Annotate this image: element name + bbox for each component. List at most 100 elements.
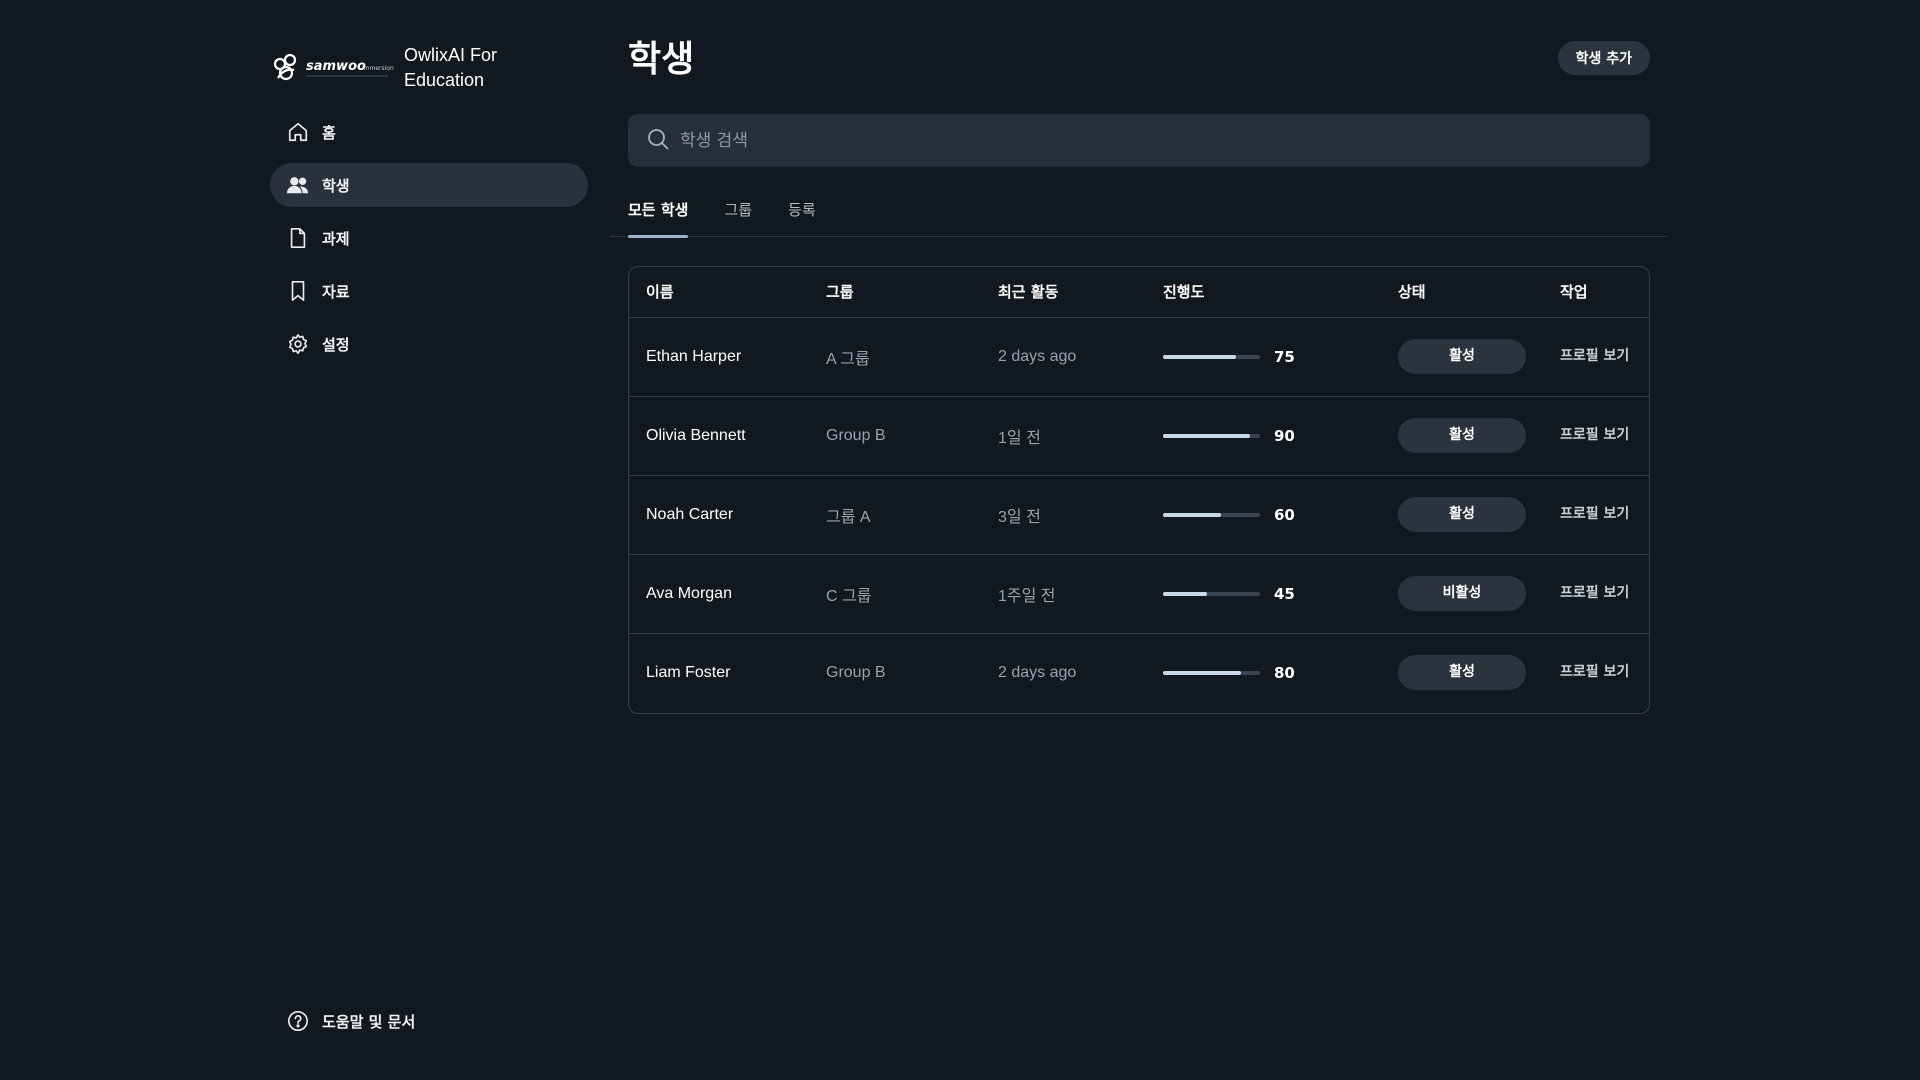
sidebar-item-label: 과제 bbox=[322, 229, 350, 248]
progress-bar-fill bbox=[1163, 670, 1241, 675]
action-cell: 프로필 보기 bbox=[1543, 396, 1649, 475]
search-bar[interactable] bbox=[628, 114, 1650, 167]
file-icon bbox=[286, 226, 310, 250]
view-profile-link[interactable]: 프로필 보기 bbox=[1560, 661, 1640, 684]
student-name: Olivia Bennett bbox=[646, 426, 746, 444]
table-row: Liam Foster Group B 2 days ago 80 활성 프로필… bbox=[629, 633, 1649, 712]
tabs: 모든 학생 그룹 등록 bbox=[610, 197, 1668, 238]
student-group: Group B bbox=[826, 663, 886, 681]
progress-bar-fill bbox=[1163, 354, 1236, 359]
action-cell: 프로필 보기 bbox=[1543, 475, 1649, 554]
sidebar-nav: 홈 학생 과제 자료 설정 bbox=[270, 110, 588, 366]
student-group: 그룹 A bbox=[826, 508, 871, 526]
status-cell: 활성 bbox=[1381, 475, 1543, 554]
sidebar-item-students[interactable]: 학생 bbox=[270, 163, 588, 207]
progress-value: 45 bbox=[1274, 584, 1295, 603]
view-profile-link[interactable]: 프로필 보기 bbox=[1560, 424, 1640, 447]
column-header-group[interactable]: 그룹 bbox=[809, 267, 981, 318]
student-name: Ava Morgan bbox=[646, 584, 732, 602]
column-header-name[interactable]: 이름 bbox=[629, 267, 809, 318]
users-icon bbox=[286, 173, 310, 197]
status-badge: 비활성 bbox=[1398, 576, 1526, 611]
brand: samwoo immersion OwlixAI For Education bbox=[270, 40, 588, 96]
status-badge: 활성 bbox=[1398, 497, 1526, 532]
tab-enrollment[interactable]: 등록 bbox=[788, 197, 816, 237]
action-cell: 프로필 보기 bbox=[1543, 633, 1649, 712]
progress-cell: 45 bbox=[1146, 554, 1381, 633]
last-activity: 2 days ago bbox=[998, 663, 1077, 681]
last-activity: 2 days ago bbox=[998, 347, 1077, 365]
status-badge: 활성 bbox=[1398, 418, 1526, 453]
app-root: samwoo immersion OwlixAI For Education 홈… bbox=[0, 0, 1920, 1080]
help-circle-icon bbox=[286, 1009, 310, 1033]
table-row: Ava Morgan C 그룹 1주일 전 45 비활성 프로필 보기 bbox=[629, 554, 1649, 633]
help-label: 도움말 및 문서 bbox=[322, 1012, 416, 1031]
student-name: Liam Foster bbox=[646, 663, 731, 681]
progress-value: 75 bbox=[1274, 347, 1295, 366]
status-cell: 활성 bbox=[1381, 396, 1543, 475]
student-group: A 그룹 bbox=[826, 350, 870, 368]
column-header-progress[interactable]: 진행도 bbox=[1146, 267, 1381, 318]
samwoo-logo: samwoo immersion bbox=[270, 48, 394, 88]
page-title: 학생 bbox=[628, 39, 695, 80]
view-profile-link[interactable]: 프로필 보기 bbox=[1560, 582, 1640, 605]
status-cell: 활성 bbox=[1381, 317, 1543, 396]
progress-bar-fill bbox=[1163, 512, 1222, 517]
students-table: 이름 그룹 최근 활동 진행도 상태 작업 Ethan Harper A 그룹 … bbox=[628, 266, 1650, 714]
home-icon bbox=[286, 120, 310, 144]
table-row: Olivia Bennett Group B 1일 전 90 활성 프로필 보기 bbox=[629, 396, 1649, 475]
svg-text:samwoo: samwoo bbox=[306, 59, 366, 74]
student-name: Ethan Harper bbox=[646, 347, 742, 365]
main-content: 학생 학생 추가 모든 학생 그룹 등록 이름 그룹 bbox=[610, 34, 1668, 714]
last-activity: 1주일 전 bbox=[998, 587, 1056, 605]
progress-value: 80 bbox=[1274, 663, 1295, 682]
progress-bar bbox=[1163, 670, 1260, 675]
sidebar-item-label: 학생 bbox=[322, 176, 350, 195]
view-profile-link[interactable]: 프로필 보기 bbox=[1560, 503, 1640, 526]
progress-cell: 80 bbox=[1146, 633, 1381, 712]
action-cell: 프로필 보기 bbox=[1543, 554, 1649, 633]
status-badge: 활성 bbox=[1398, 339, 1526, 374]
sidebar-item-assignments[interactable]: 과제 bbox=[270, 216, 588, 260]
column-header-actions: 작업 bbox=[1543, 267, 1649, 318]
help-docs-link[interactable]: 도움말 및 문서 bbox=[286, 1006, 415, 1036]
progress-bar bbox=[1163, 433, 1260, 438]
progress-value: 60 bbox=[1274, 505, 1295, 524]
student-name: Noah Carter bbox=[646, 505, 734, 523]
last-activity: 3일 전 bbox=[998, 508, 1041, 526]
progress-cell: 60 bbox=[1146, 475, 1381, 554]
sidebar-item-label: 설정 bbox=[322, 335, 350, 354]
sidebar-item-label: 홈 bbox=[322, 123, 336, 142]
gear-icon bbox=[286, 332, 310, 356]
view-profile-link[interactable]: 프로필 보기 bbox=[1560, 345, 1640, 368]
search-icon bbox=[646, 127, 670, 155]
progress-bar bbox=[1163, 512, 1260, 517]
search-input[interactable] bbox=[680, 130, 1580, 151]
status-cell: 활성 bbox=[1381, 633, 1543, 712]
progress-bar-fill bbox=[1163, 433, 1251, 438]
sidebar-item-home[interactable]: 홈 bbox=[270, 110, 588, 154]
column-header-status[interactable]: 상태 bbox=[1381, 267, 1543, 318]
table-header-row: 이름 그룹 최근 활동 진행도 상태 작업 bbox=[629, 267, 1649, 318]
progress-cell: 75 bbox=[1146, 317, 1381, 396]
tab-all-students[interactable]: 모든 학생 bbox=[628, 197, 689, 238]
progress-bar bbox=[1163, 591, 1260, 596]
student-group: C 그룹 bbox=[826, 587, 872, 605]
progress-value: 90 bbox=[1274, 426, 1295, 445]
column-header-activity[interactable]: 최근 활동 bbox=[981, 267, 1146, 318]
table-row: Ethan Harper A 그룹 2 days ago 75 활성 프로필 보… bbox=[629, 317, 1649, 396]
bookmark-icon bbox=[286, 279, 310, 303]
brand-name: OwlixAI For Education bbox=[404, 45, 498, 90]
student-group: Group B bbox=[826, 426, 886, 444]
sidebar-item-materials[interactable]: 자료 bbox=[270, 269, 588, 313]
tab-groups[interactable]: 그룹 bbox=[724, 197, 752, 237]
table-row: Noah Carter 그룹 A 3일 전 60 활성 프로필 보기 bbox=[629, 475, 1649, 554]
progress-cell: 90 bbox=[1146, 396, 1381, 475]
progress-bar bbox=[1163, 354, 1260, 359]
action-cell: 프로필 보기 bbox=[1543, 317, 1649, 396]
sidebar-item-settings[interactable]: 설정 bbox=[270, 322, 588, 366]
add-student-button[interactable]: 학생 추가 bbox=[1557, 41, 1650, 75]
sidebar: samwoo immersion OwlixAI For Education 홈… bbox=[270, 40, 588, 1050]
sidebar-item-label: 자료 bbox=[322, 282, 350, 301]
status-cell: 비활성 bbox=[1381, 554, 1543, 633]
